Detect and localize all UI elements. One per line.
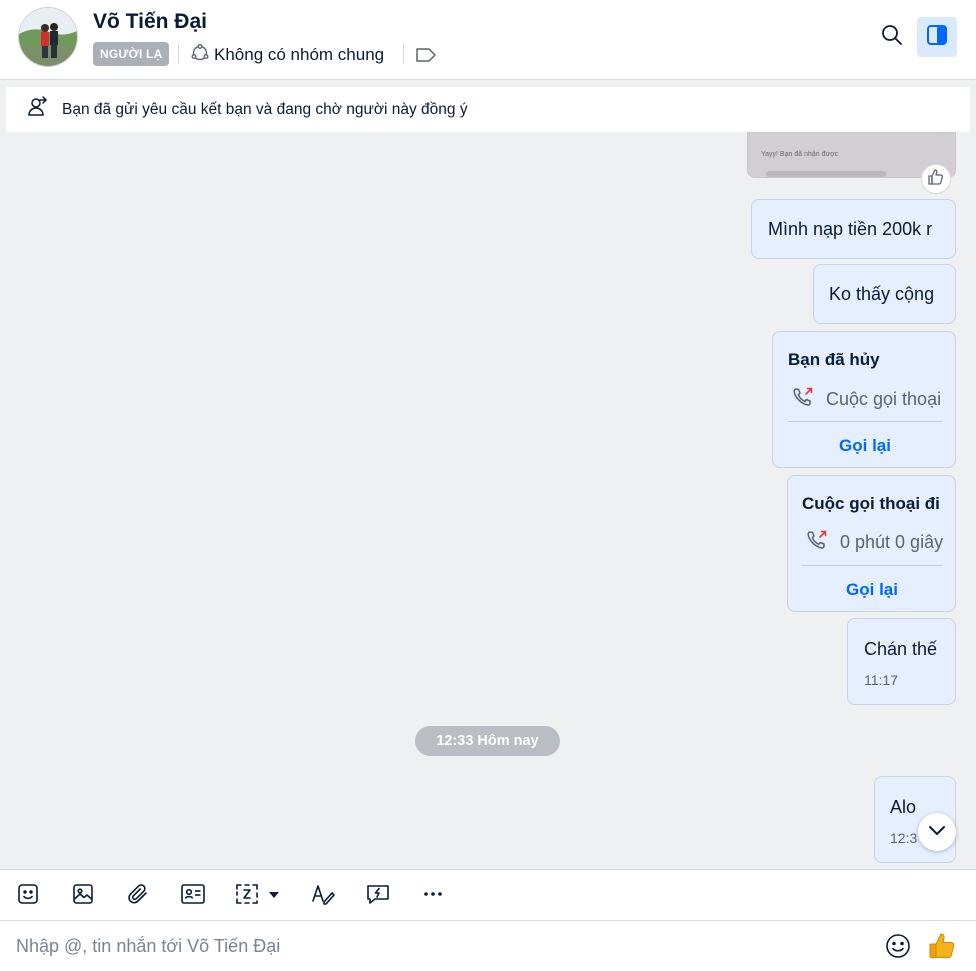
outgoing-call-icon (792, 386, 814, 413)
quick-message-icon (365, 882, 391, 911)
message-input[interactable] (0, 921, 860, 971)
divider (403, 44, 404, 64)
group-icon (190, 43, 210, 68)
message-time: 11:17 (864, 672, 898, 688)
send-like-button[interactable] (926, 932, 958, 964)
conversation-info-toggle[interactable] (917, 17, 957, 57)
image-preview-detail (766, 171, 886, 177)
thumbs-up-icon (927, 168, 945, 191)
send-contact-button[interactable] (179, 882, 207, 910)
call-title: Cuộc gọi thoại đi (802, 494, 940, 513)
send-image-button[interactable] (69, 882, 97, 910)
image-icon (71, 882, 95, 911)
sticker-button[interactable] (14, 882, 42, 910)
divider (788, 421, 942, 422)
search-button[interactable] (872, 17, 912, 57)
message-composer (0, 921, 976, 971)
stranger-badge: NGƯỜI LẠ (93, 42, 170, 66)
message-text: Alo (890, 797, 917, 817)
format-text-button[interactable] (309, 882, 337, 910)
screenshot-button[interactable] (234, 882, 286, 910)
message-bubble[interactable]: Mình nạp tiền 200k r (751, 199, 956, 259)
caret-down-icon (268, 887, 280, 905)
contact-name[interactable]: Võ Tiến Đại (93, 10, 207, 34)
message-bubble[interactable]: Chán thế 11:17 (847, 618, 956, 705)
divider (802, 565, 942, 566)
tag-icon[interactable] (414, 44, 438, 66)
call-detail: 0 phút 0 giây (806, 529, 943, 556)
outgoing-call-icon (806, 529, 828, 556)
side-panel-icon (925, 23, 949, 52)
call-detail-text: Cuộc gọi thoại (826, 389, 942, 409)
call-card: Bạn đã hủy Cuộc gọi thoại Gọi lại (772, 331, 956, 468)
message-text: Mình nạp tiền 200k r (768, 219, 933, 239)
common-groups[interactable]: Không có nhóm chung (190, 42, 384, 68)
call-card: Cuộc gọi thoại đi 0 phút 0 giây Gọi lại (787, 475, 956, 612)
more-icon (421, 882, 445, 911)
friend-request-banner: Bạn đã gửi yêu cầu kết bạn và đang chờ n… (6, 87, 970, 132)
screenshot-icon (234, 882, 260, 911)
call-detail: Cuộc gọi thoại (792, 386, 941, 413)
chevron-down-icon (926, 819, 948, 846)
image-preview-text: Yayy! Bạn đã nhận được (761, 151, 839, 158)
date-divider: 12:33 Hôm nay (415, 726, 560, 756)
composer-toolbar (0, 869, 976, 921)
divider (178, 44, 179, 64)
attach-file-button[interactable] (124, 882, 152, 910)
more-options-button[interactable] (419, 882, 447, 910)
friend-request-text: Bạn đã gửi yêu cầu kết bạn và đang chờ n… (62, 100, 468, 118)
emoji-button[interactable] (882, 932, 914, 964)
call-detail-text: 0 phút 0 giây (840, 532, 944, 552)
contact-card-icon (180, 882, 206, 911)
emoji-icon (884, 932, 912, 965)
message-bubble[interactable]: Ko thấy cộng (813, 264, 956, 324)
call-back-button[interactable]: Gọi lại (802, 580, 942, 600)
sticker-icon (16, 882, 40, 911)
call-back-button[interactable]: Gọi lại (788, 436, 942, 456)
chat-header: Võ Tiến Đại NGƯỜI LẠ Không có nhóm chung (0, 0, 976, 80)
add-user-icon (26, 95, 50, 124)
format-text-icon (310, 882, 336, 911)
scroll-to-bottom-button[interactable] (918, 813, 956, 851)
thumbs-up-icon (927, 931, 957, 966)
attach-icon (126, 882, 150, 911)
quick-message-button[interactable] (364, 882, 392, 910)
search-icon (880, 23, 904, 52)
call-title: Bạn đã hủy (788, 350, 880, 369)
message-text: Ko thấy cộng (829, 284, 935, 304)
react-button[interactable] (921, 164, 951, 194)
message-text: Chán thế (864, 639, 938, 659)
avatar[interactable] (18, 7, 78, 67)
message-time: 12:3 (890, 830, 918, 846)
common-groups-label: Không có nhóm chung (214, 45, 385, 64)
